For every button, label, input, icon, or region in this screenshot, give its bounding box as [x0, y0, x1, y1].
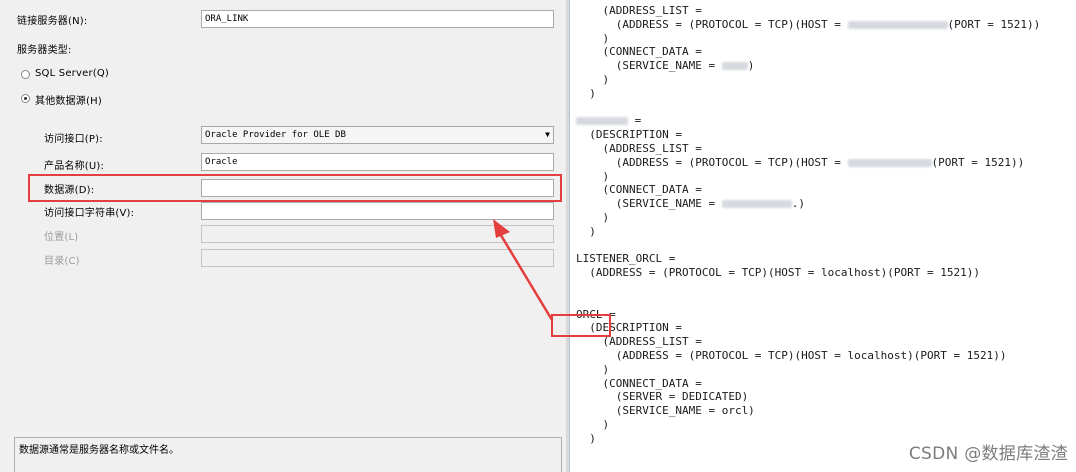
provider-select-value: Oracle Provider for OLE DB — [205, 130, 346, 140]
code-line: (SERVER = DEDICATED) — [576, 390, 749, 404]
orcl-highlight-box — [551, 314, 611, 337]
code-line: (ADDRESS = (PROTOCOL = TCP)(HOST = local… — [576, 266, 980, 280]
code-line: (SERVICE_NAME = — [576, 197, 722, 211]
radio-other-datasource[interactable] — [21, 94, 30, 103]
watermark: CSDN @数据库渣渣 — [908, 444, 1068, 464]
description-text: 数据源通常是服务器名称或文件名。 — [19, 445, 179, 456]
redacted-host — [847, 20, 948, 29]
redacted-host — [847, 158, 932, 167]
code-line: ) — [576, 362, 610, 376]
radio-other-datasource-label[interactable]: 其他数据源(H) — [35, 92, 102, 107]
code-line: (ADDRESS = (PROTOCOL = TCP)(HOST = — [576, 155, 848, 169]
code-line: = — [628, 114, 642, 128]
location-input — [201, 225, 554, 243]
provider-label: 访问接口(P): — [44, 134, 103, 145]
code-line: (ADDRESS_LIST = — [576, 4, 702, 17]
datasource-highlight-box — [28, 174, 562, 202]
code-line: (ADDRESS = (PROTOCOL = TCP)(HOST = — [576, 17, 848, 31]
provider-select[interactable]: Oracle Provider for OLE DB ▼ — [201, 126, 554, 144]
code-line: ) — [576, 431, 596, 445]
code-line: ) — [576, 210, 610, 224]
linked-server-input[interactable]: ORA_LINK — [201, 10, 554, 28]
code-line: (CONNECT_DATA = — [576, 183, 702, 197]
code-line: (CONNECT_DATA = — [576, 376, 702, 390]
code-line: ) — [576, 169, 610, 183]
redacted-alias — [576, 117, 628, 126]
redacted-service — [721, 62, 748, 71]
location-label: 位置(L) — [44, 232, 79, 243]
catalog-input — [201, 249, 554, 267]
product-input[interactable]: Oracle — [201, 153, 554, 171]
radio-sql-server[interactable] — [21, 70, 30, 79]
linked-server-dialog: 链接服务器(N): ORA_LINK 服务器类型: SQL Server(Q) … — [0, 0, 566, 472]
code-line: ) — [576, 86, 596, 100]
code-line: LISTENER_ORCL = — [576, 252, 676, 266]
code-line-close: ) — [747, 59, 755, 73]
description-panel: 数据源通常是服务器名称或文件名。 — [14, 437, 562, 472]
provider-string-input[interactable] — [201, 202, 554, 220]
code-line-port: (PORT = 1521)) — [931, 155, 1025, 169]
editor-text: (ADDRESS_LIST = (ADDRESS = (PROTOCOL = T… — [576, 4, 1040, 446]
code-line: ) — [576, 224, 596, 238]
code-line: (ADDRESS_LIST = — [576, 335, 702, 349]
code-line: ) — [576, 31, 610, 45]
chevron-down-icon: ▼ — [545, 130, 550, 139]
catalog-label: 目录(C) — [44, 256, 80, 267]
code-line: ) — [576, 417, 610, 431]
code-line: ) — [576, 72, 610, 86]
code-line: (ADDRESS_LIST = — [576, 141, 702, 155]
linked-server-label: 链接服务器(N): — [17, 16, 88, 27]
code-line-port: (PORT = 1521)) — [947, 17, 1041, 31]
product-label: 产品名称(U): — [44, 161, 105, 172]
code-line: (SERVICE_NAME = orcl) — [576, 404, 755, 418]
radio-sql-server-label[interactable]: SQL Server(Q) — [35, 68, 109, 79]
code-line: (ADDRESS = (PROTOCOL = TCP)(HOST = local… — [576, 348, 1007, 362]
server-type-label: 服务器类型: — [17, 45, 72, 56]
provider-string-label: 访问接口字符串(V): — [44, 208, 135, 219]
code-line: (CONNECT_DATA = — [576, 45, 702, 59]
code-line: (SERVICE_NAME = — [576, 59, 722, 73]
code-line: (DESCRIPTION = — [576, 128, 682, 142]
redacted-service — [721, 200, 792, 209]
code-line-close: .) — [791, 197, 805, 211]
tnsnames-editor[interactable]: (ADDRESS_LIST = (ADDRESS = (PROTOCOL = T… — [569, 0, 1076, 472]
